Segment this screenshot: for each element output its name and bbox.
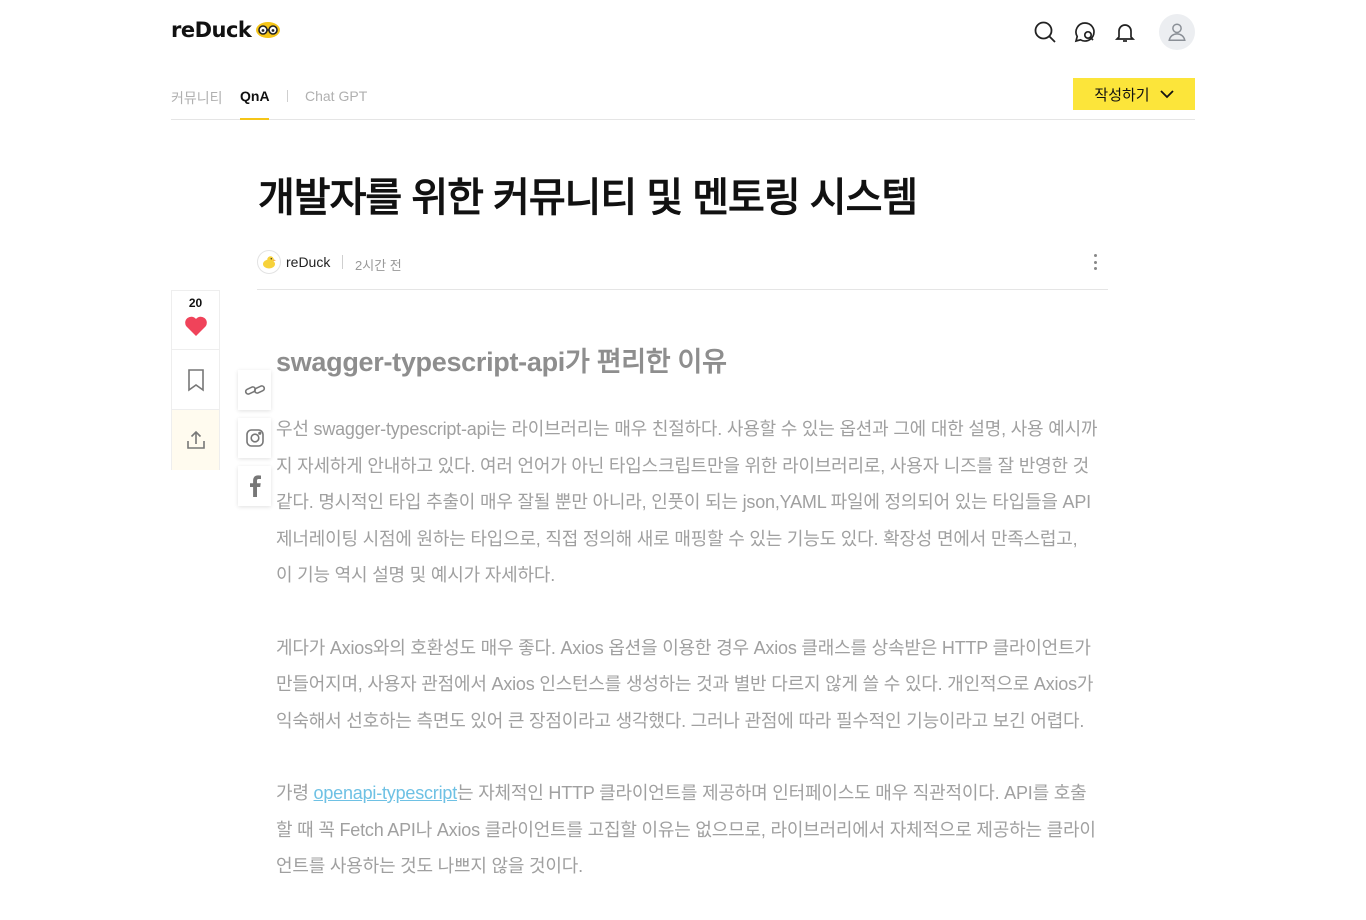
copy-link-button[interactable]: [238, 370, 271, 410]
duck-glasses-icon: [256, 22, 281, 38]
author-row: reDuck 2시간 전: [257, 250, 1108, 290]
write-button-label: 작성하기: [1094, 86, 1150, 104]
paragraph-text: 가령: [276, 783, 314, 803]
article-body: swagger-typescript-api가 편리한 이유 우선 swagge…: [276, 340, 1098, 920]
article-paragraph: 가령 openapi-typescript는 자체적인 HTTP 클라이언트를 …: [276, 775, 1098, 885]
openapi-typescript-link[interactable]: openapi-typescript: [314, 783, 458, 803]
share-popover: [238, 370, 272, 514]
author-name[interactable]: reDuck: [286, 254, 330, 270]
user-avatar-icon[interactable]: [1159, 14, 1195, 50]
article-paragraph: 게다가 Axios와의 호환성도 매우 좋다. Axios 옵션을 이용한 경우…: [276, 637, 1094, 731]
category-tabs: 커뮤니티 QnA Chat GPT 작성하기: [171, 78, 1195, 120]
more-options-icon[interactable]: [1090, 252, 1100, 272]
bookmark-icon: [187, 368, 204, 392]
duck-icon: [263, 256, 276, 269]
search-icon[interactable]: [1033, 20, 1057, 44]
like-count: 20: [188, 296, 203, 310]
page-title: 개발자를 위한 커뮤니티 및 멘토링 시스템: [258, 176, 918, 220]
write-button[interactable]: 작성하기: [1073, 78, 1195, 110]
share-icon: [186, 430, 205, 449]
logo[interactable]: reDuck: [171, 18, 281, 42]
like-button[interactable]: 20: [172, 291, 219, 350]
article-paragraph: 우선 swagger-typescript-api는 라이브러리는 매우 친절하…: [276, 419, 1098, 585]
chevron-down-icon: [1159, 90, 1174, 99]
instagram-share-button[interactable]: [238, 418, 271, 458]
chat-search-icon[interactable]: [1073, 20, 1097, 44]
tab-divider: [287, 90, 288, 102]
header-actions: [1033, 14, 1195, 50]
post-time: 2시간 전: [355, 258, 402, 273]
facebook-icon: [249, 475, 261, 497]
tab-qna[interactable]: QnA: [240, 88, 270, 104]
active-tab-indicator: [240, 118, 269, 120]
tab-chat-gpt[interactable]: Chat GPT: [305, 88, 367, 104]
tab-community[interactable]: 커뮤니티: [171, 88, 223, 108]
author-divider: [342, 255, 343, 269]
link-icon: [244, 385, 265, 395]
instagram-icon: [245, 429, 264, 447]
bookmark-button[interactable]: [172, 350, 219, 410]
facebook-share-button[interactable]: [238, 466, 271, 506]
article-heading: swagger-typescript-api가 편리한 이유: [276, 347, 727, 377]
share-button[interactable]: [172, 410, 219, 470]
bell-icon[interactable]: [1113, 20, 1137, 44]
logo-text: reDuck: [171, 18, 252, 42]
post-action-panel: 20: [171, 290, 220, 470]
heart-icon: [184, 316, 207, 336]
author-avatar[interactable]: [257, 250, 281, 274]
